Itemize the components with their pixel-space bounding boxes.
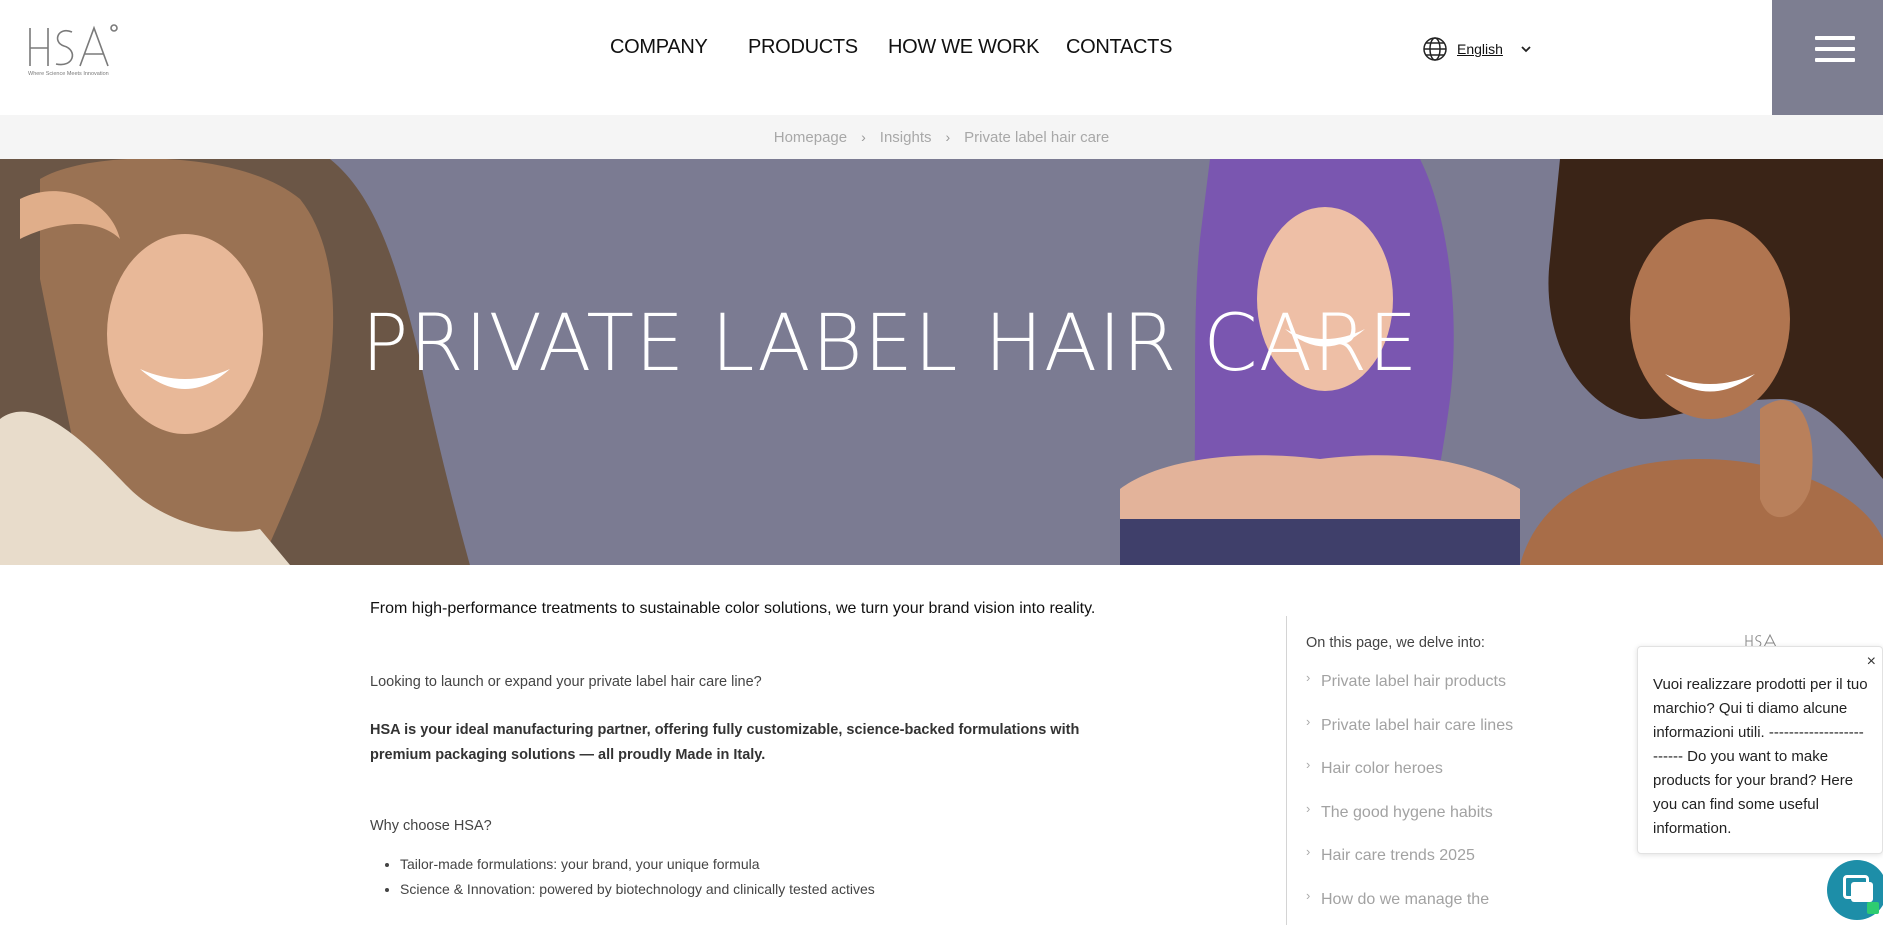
toc-item[interactable]: › Private label hair products [1306, 670, 1606, 717]
article-lead: HSA is your ideal manufacturing partner,… [370, 722, 1080, 763]
toc-item[interactable]: › Private label hair care lines [1306, 713, 1606, 761]
breadcrumb-homepage[interactable]: Homepage [774, 129, 847, 146]
online-status-icon [1867, 902, 1879, 914]
toc-title: On this page, we delve into: [1306, 635, 1485, 651]
article-content: From high-performance treatments to sust… [370, 600, 1150, 906]
chevron-right-icon: › [1306, 757, 1311, 772]
site-header: Where Science Meets Innovation COMPANY P… [0, 0, 1883, 115]
chat-launcher-button[interactable] [1827, 860, 1883, 920]
breadcrumb: Homepage › Insights › Private label hair… [0, 115, 1883, 159]
list-item: Science & Innovation: powered by biotech… [400, 881, 1150, 897]
hamburger-icon-line [1815, 47, 1855, 51]
toc-item[interactable]: › Hair color heroes [1306, 757, 1606, 804]
close-icon[interactable]: × [1867, 650, 1876, 674]
chat-message-popup: × Vuoi realizzare prodotti per il tuo ma… [1637, 646, 1883, 854]
chevron-right-icon: › [1306, 887, 1311, 903]
chevron-right-icon: › [1306, 800, 1311, 816]
toc-item-label[interactable]: Hair color heroes [1321, 760, 1443, 777]
hero-title: PRIVATE LABEL HAIR CARE [361, 299, 1419, 389]
language-selector[interactable]: English [1422, 36, 1533, 62]
chevron-down-icon[interactable] [1519, 42, 1533, 56]
toc-item[interactable]: › Hair care trends 2025 [1306, 844, 1606, 891]
toc-item[interactable]: › How do we manage the [1306, 887, 1606, 925]
hero-banner: PRIVATE LABEL HAIR CARE [0, 159, 1883, 565]
breadcrumb-current: Private label hair care [964, 128, 1110, 146]
hamburger-icon [1815, 36, 1855, 40]
list-item: Tailor-made formulations: your brand, yo… [400, 856, 1150, 872]
toc-item-label[interactable]: Hair care trends 2025 [1321, 847, 1475, 864]
chat-message-text: Vuoi realizzare prodotti per il tuo marc… [1653, 676, 1868, 837]
logo-tagline: Where Science Meets Innovation [28, 71, 109, 77]
hamburger-icon-line [1815, 58, 1855, 62]
breadcrumb-insights[interactable]: Insights [880, 129, 932, 146]
chevron-right-icon: › [1306, 713, 1311, 729]
globe-icon [1423, 37, 1447, 61]
hamburger-menu-button[interactable] [1772, 0, 1883, 115]
chevron-right-icon: › [1306, 844, 1311, 859]
nav-company[interactable]: COMPANY [610, 36, 708, 59]
toc-item[interactable]: › The good hygene habits [1306, 800, 1606, 848]
chevron-right-icon: › [1306, 670, 1311, 685]
chat-bubble-icon-back [1851, 882, 1873, 902]
table-of-contents: On this page, we delve into: › Private la… [1306, 635, 1606, 925]
toc-item-label[interactable]: The good hygene habits [1321, 804, 1493, 821]
breadcrumb-separator-icon: › [945, 129, 951, 145]
toc-item-label[interactable]: How do we manage the [1321, 891, 1489, 908]
language-label[interactable]: English [1457, 41, 1503, 57]
nav-contacts[interactable]: CONTACTS [1066, 36, 1172, 59]
article-bullet-list: Tailor-made formulations: your brand, yo… [370, 856, 1150, 897]
breadcrumb-separator-icon: › [861, 129, 866, 145]
article-why-heading: Why choose HSA? [370, 818, 492, 834]
main-nav: COMPANY PRODUCTS HOW WE WORK CONTACTS [0, 36, 1883, 66]
article-intro: From high-performance treatments to sust… [370, 600, 1096, 617]
toc-item-label[interactable]: Private label hair care lines [1321, 717, 1513, 734]
nav-products[interactable]: PRODUCTS [748, 36, 858, 59]
sidebar-divider [1286, 616, 1287, 925]
nav-how-we-work[interactable]: HOW WE WORK [888, 36, 1039, 59]
article-question: Looking to launch or expand your private… [370, 674, 762, 690]
toc-item-label[interactable]: Private label hair products [1321, 673, 1506, 690]
